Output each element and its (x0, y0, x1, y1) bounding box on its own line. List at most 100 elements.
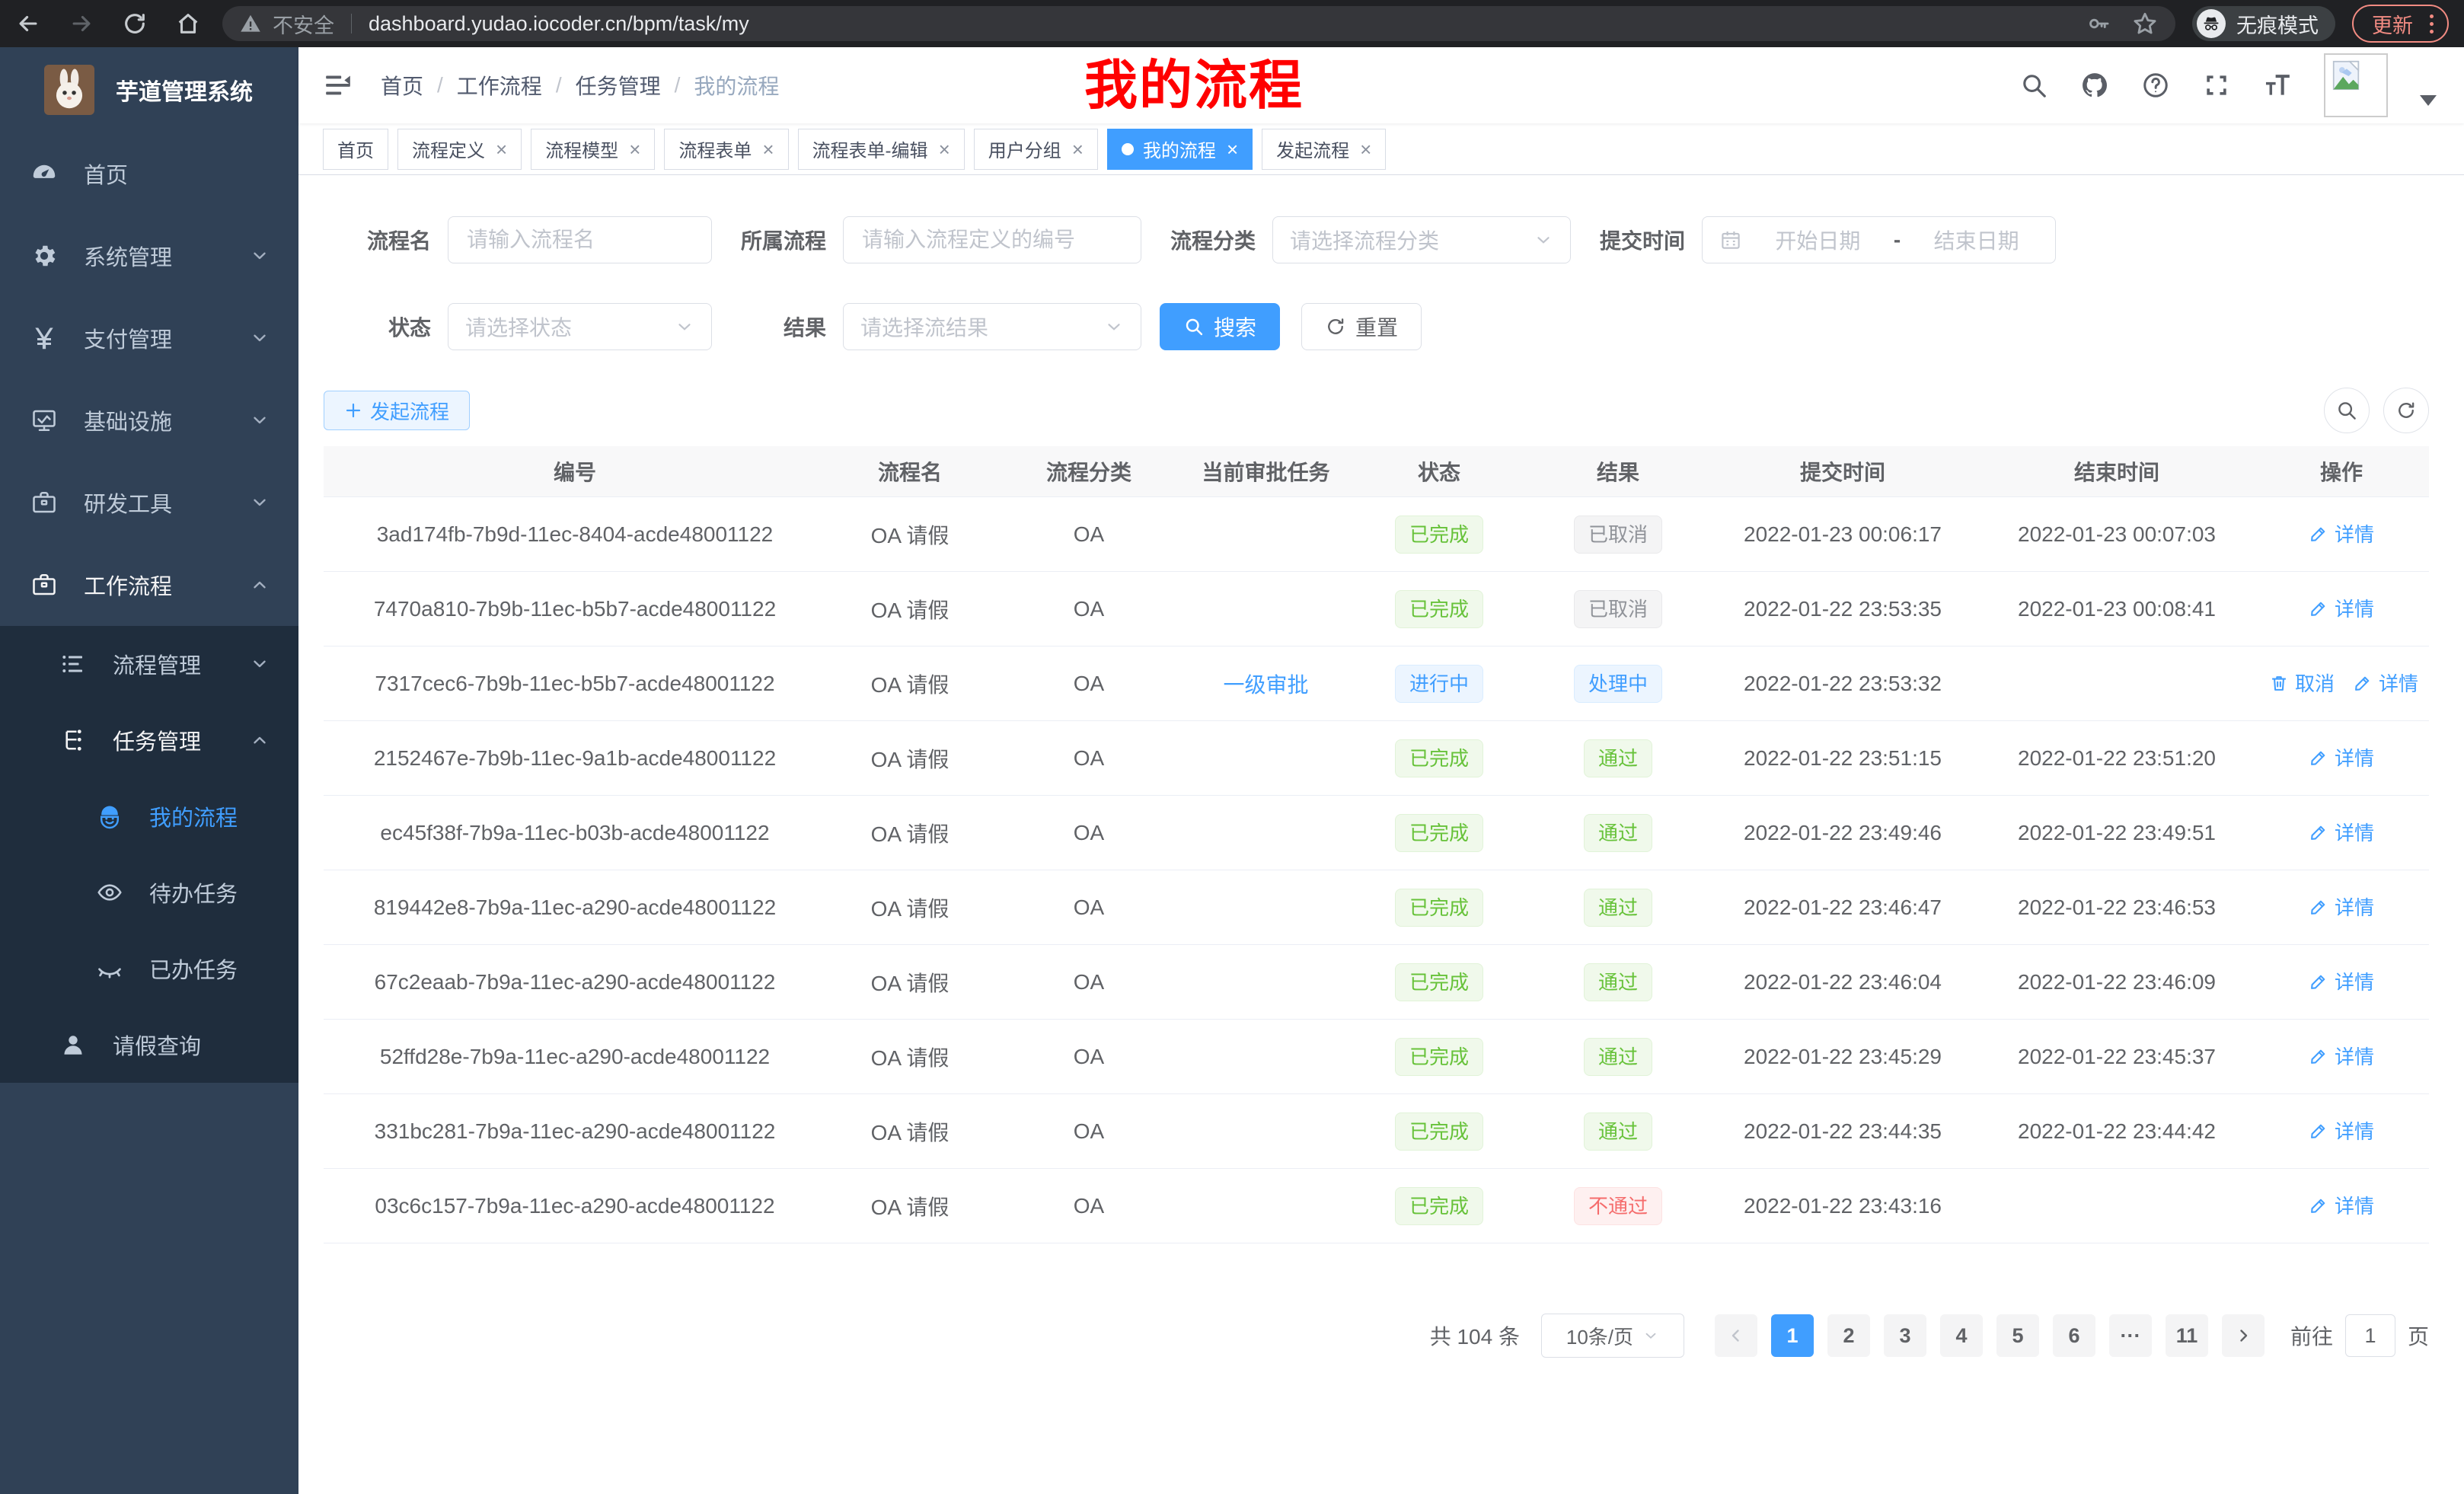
cancel-action[interactable]: 取消 (2269, 669, 2335, 697)
address-bar[interactable]: 不安全 dashboard.yudao.iocoder.cn/bpm/task/… (222, 6, 2175, 41)
close-icon[interactable]: × (1360, 139, 1371, 159)
refresh-table-button[interactable] (2383, 388, 2429, 433)
next-page-button[interactable] (2222, 1314, 2265, 1357)
actions-cell: 详情 (2254, 1116, 2429, 1146)
process-name-cell: OA 请假 (826, 519, 994, 550)
font-size-icon[interactable] (2263, 71, 2292, 100)
goto-page-input[interactable] (2345, 1314, 2395, 1357)
close-icon[interactable]: × (629, 139, 640, 159)
tab-首页[interactable]: 首页 (323, 129, 388, 170)
star-icon[interactable] (2131, 10, 2159, 37)
detail-action[interactable]: 详情 (2309, 594, 2374, 622)
tab-流程表单[interactable]: 流程表单× (664, 129, 788, 170)
sidebar-item-label: 系统管理 (84, 240, 172, 272)
page-size-select[interactable]: 10条/页 (1541, 1314, 1684, 1358)
url-text[interactable]: dashboard.yudao.iocoder.cn/bpm/task/my (369, 12, 749, 36)
browser-menu-icon[interactable] (2425, 14, 2438, 34)
github-icon[interactable] (2080, 71, 2109, 100)
status-cell: 已完成 (1348, 889, 1530, 927)
security-label[interactable]: 不安全 (273, 9, 334, 39)
forward-icon[interactable] (69, 11, 94, 37)
close-icon[interactable]: × (762, 139, 774, 159)
sidebar-item-system[interactable]: 系统管理 (0, 215, 298, 297)
tab-流程表单-编辑[interactable]: 流程表单-编辑× (798, 129, 965, 170)
tab-用户分组[interactable]: 用户分组× (974, 129, 1098, 170)
back-icon[interactable] (15, 11, 41, 37)
prev-page-button[interactable] (1715, 1314, 1757, 1357)
sidebar-item-done-tasks[interactable]: 已办任务 (0, 931, 298, 1007)
chevron-down-icon (1534, 230, 1553, 250)
table-row: 331bc281-7b9a-11ec-a290-acde48001122OA 请… (324, 1094, 2429, 1169)
reload-icon[interactable] (122, 11, 148, 37)
key-icon[interactable] (2086, 11, 2111, 37)
more-pages-button[interactable]: ··· (2109, 1314, 2152, 1357)
detail-action[interactable]: 详情 (2309, 892, 2374, 921)
detail-action[interactable]: 详情 (2353, 669, 2418, 697)
page-button-1[interactable]: 1 (1771, 1314, 1814, 1357)
chevron-down-icon[interactable] (2420, 95, 2437, 106)
column-header: 结束时间 (1980, 456, 2254, 487)
sidebar-item-home[interactable]: 首页 (0, 132, 298, 215)
category-select[interactable]: 请选择流程分类 (1272, 216, 1571, 263)
column-header: 状态 (1348, 456, 1530, 487)
detail-action[interactable]: 详情 (2309, 1191, 2374, 1219)
tab-流程模型[interactable]: 流程模型× (531, 129, 655, 170)
submit-time-cell: 2022-01-22 23:45:29 (1706, 1045, 1980, 1069)
close-icon[interactable]: × (1227, 139, 1238, 159)
help-icon[interactable] (2141, 71, 2170, 100)
sidebar-item-todo-tasks[interactable]: 待办任务 (0, 854, 298, 931)
avatar[interactable] (2324, 53, 2388, 117)
page-button-4[interactable]: 4 (1940, 1314, 1983, 1357)
reset-button[interactable]: 重置 (1301, 303, 1422, 350)
fullscreen-icon[interactable] (2202, 71, 2231, 100)
sidebar-item-leave-query[interactable]: 请假查询 (0, 1007, 298, 1083)
sidebar-item-payment[interactable]: 支付管理 (0, 297, 298, 379)
search-button[interactable]: 搜索 (1160, 303, 1280, 350)
detail-action[interactable]: 详情 (2309, 519, 2374, 547)
plus-icon (344, 401, 362, 420)
breadcrumb-item[interactable]: 工作流程 (457, 70, 542, 101)
tab-我的流程[interactable]: 我的流程× (1107, 129, 1253, 170)
home-icon[interactable] (175, 11, 201, 37)
sidebar-item-task-mgmt[interactable]: 任务管理 (0, 702, 298, 778)
show-search-button[interactable] (2324, 388, 2370, 433)
sidebar-item-infra[interactable]: 基础设施 (0, 379, 298, 461)
update-button[interactable]: 更新 (2352, 5, 2449, 43)
sidebar-item-devtools[interactable]: 研发工具 (0, 461, 298, 544)
app-logo-row[interactable]: 芋道管理系统 (0, 47, 298, 132)
breadcrumb-item[interactable]: 首页 (381, 70, 423, 101)
incognito-badge[interactable]: 无痕模式 (2192, 6, 2335, 41)
detail-action[interactable]: 详情 (2309, 818, 2374, 846)
sidebar-item-my-process[interactable]: 我的流程 (0, 778, 298, 854)
tab-流程定义[interactable]: 流程定义× (397, 129, 522, 170)
breadcrumb-item[interactable]: 任务管理 (576, 70, 661, 101)
create-process-button[interactable]: 发起流程 (324, 391, 470, 430)
tab-发起流程[interactable]: 发起流程× (1262, 129, 1386, 170)
result-select[interactable]: 请选择流结果 (843, 303, 1141, 350)
owner-process-input[interactable] (843, 216, 1141, 263)
page-button-11[interactable]: 11 (2166, 1314, 2208, 1357)
page-button-5[interactable]: 5 (1996, 1314, 2039, 1357)
detail-action[interactable]: 详情 (2309, 743, 2374, 771)
page-button-3[interactable]: 3 (1884, 1314, 1926, 1357)
page-button-2[interactable]: 2 (1827, 1314, 1870, 1357)
process-name-input[interactable] (448, 216, 712, 263)
detail-action[interactable]: 详情 (2309, 1042, 2374, 1070)
status-select[interactable]: 请选择状态 (448, 303, 712, 350)
category-cell: OA (994, 597, 1184, 621)
result-badge: 通过 (1584, 889, 1652, 927)
sidebar-item-workflow[interactable]: 工作流程 (0, 544, 298, 626)
page-button-6[interactable]: 6 (2053, 1314, 2095, 1357)
current-task-link[interactable]: 一级审批 (1223, 673, 1308, 697)
close-icon[interactable]: × (496, 139, 507, 159)
detail-action[interactable]: 详情 (2309, 1116, 2374, 1144)
search-icon[interactable] (2019, 71, 2048, 100)
hamburger-icon[interactable] (323, 70, 353, 101)
process-id-cell: 67c2eaab-7b9a-11ec-a290-acde48001122 (324, 970, 826, 994)
submit-time-range-picker[interactable]: 开始日期 - 结束日期 (1702, 216, 2056, 263)
sidebar-item-process-mgmt[interactable]: 流程管理 (0, 626, 298, 702)
close-icon[interactable]: × (1072, 139, 1084, 159)
detail-action[interactable]: 详情 (2309, 967, 2374, 995)
close-icon[interactable]: × (939, 139, 950, 159)
rabbit-logo-icon (44, 65, 94, 115)
